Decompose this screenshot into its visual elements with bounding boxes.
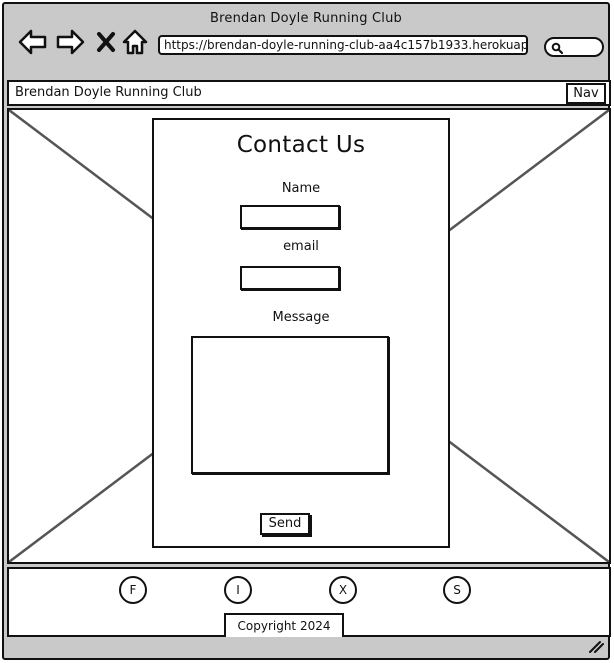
home-icon[interactable] xyxy=(122,28,148,56)
hero-image-placeholder: Contact Us Name email Message Send xyxy=(7,108,611,564)
send-button[interactable]: Send xyxy=(260,513,310,535)
contact-form-title: Contact Us xyxy=(236,132,366,158)
email-input[interactable] xyxy=(240,266,340,290)
back-arrow-icon[interactable] xyxy=(18,28,48,56)
instagram-link[interactable]: I xyxy=(224,576,252,604)
name-input[interactable] xyxy=(240,205,340,229)
site-title[interactable]: Brendan Doyle Running Club xyxy=(15,85,202,100)
url-bar[interactable]: https://brendan-doyle-running-club-aa4c1… xyxy=(158,35,528,55)
browser-search-field[interactable] xyxy=(544,37,604,57)
forward-arrow-icon[interactable] xyxy=(55,28,85,56)
strava-link[interactable]: S xyxy=(443,576,471,604)
copyright-text: Copyright 2024 xyxy=(224,613,344,637)
site-header: Brendan Doyle Running Club Nav xyxy=(7,80,611,106)
x-link[interactable]: X xyxy=(329,576,357,604)
contact-form: Contact Us Name email Message Send xyxy=(152,118,450,548)
email-label: email xyxy=(283,239,319,254)
message-textarea[interactable] xyxy=(191,336,389,474)
message-label: Message xyxy=(272,310,330,325)
close-icon[interactable] xyxy=(96,28,116,56)
window-title: Brendan Doyle Running Club xyxy=(210,11,402,26)
site-footer: F I X S Copyright 2024 xyxy=(7,567,611,637)
search-icon xyxy=(551,42,563,54)
nav-button[interactable]: Nav xyxy=(566,83,606,104)
facebook-link[interactable]: F xyxy=(119,576,147,604)
status-bar xyxy=(4,636,608,658)
browser-window: Brendan Doyle Running Club https://brend… xyxy=(2,2,611,660)
name-label: Name xyxy=(281,181,321,196)
resize-grip-icon[interactable] xyxy=(586,640,604,654)
